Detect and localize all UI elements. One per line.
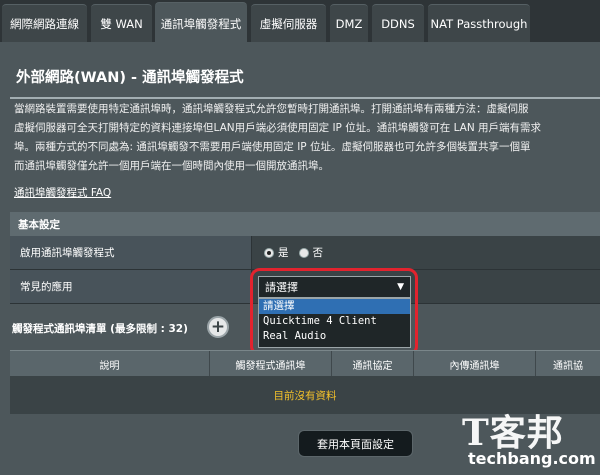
tab-ddns[interactable]: DDNS [372, 4, 424, 42]
watermark-site: techbang.com [468, 449, 596, 468]
basic-settings-header: 基本設定 [10, 212, 600, 236]
apply-button[interactable]: 套用本頁面設定 [298, 430, 413, 457]
tab-port-trigger[interactable]: 通訊埠觸發程式 [155, 2, 247, 44]
column-description: 說明 [10, 351, 210, 377]
description-line: 虛擬伺服器可全天打開特定的資料連接埠但LAN用戶端必須使用固定 IP 位址。通訊… [14, 122, 542, 134]
column-trigger-port: 觸發程式通訊埠 [210, 351, 332, 377]
red-highlight-annotation [250, 268, 418, 356]
tab-internet-connection[interactable]: 網際網路連線 [2, 4, 87, 42]
trigger-list-title: 觸發程式通訊埠清單 (最多限制 : 32) [12, 323, 188, 335]
title-divider [10, 97, 600, 99]
page-description: 當網路裝置需要使用特定通訊埠時，通訊埠觸發程式允許您暫時打開通訊埠。打開通訊埠有… [14, 100, 600, 176]
tab-bar: 網際網路連線 雙 WAN 通訊埠觸發程式 虛擬伺服器 DMZ DDNS NAT … [0, 0, 600, 44]
column-protocol-2: 通訊協 [553, 360, 583, 372]
common-app-label: 常見的應用 [10, 270, 252, 303]
faq-link[interactable]: 通訊埠觸發程式 FAQ [14, 185, 111, 200]
tab-dmz[interactable]: DMZ [330, 4, 368, 42]
radio-no-label: 否 [312, 247, 324, 259]
column-protocol: 通訊協定 [332, 351, 414, 377]
description-line: 埠。兩種方式的不同處為: 通訊埠觸發不需要用戶端使用固定 IP 位址。虛擬伺服器… [14, 141, 531, 153]
add-rule-button[interactable]: + [207, 316, 229, 338]
radio-yes-label: 是 [278, 247, 289, 259]
enable-port-trigger-label: 啟用通訊埠觸發程式 [10, 236, 252, 269]
trigger-table-header: 說明 觸發程式通訊埠 通訊協定 內傳通訊埠 通訊協 [10, 350, 600, 377]
page-title: 外部網路(WAN) - 通訊埠觸發程式 [16, 70, 244, 86]
description-line: 當網路裝置需要使用特定通訊埠時，通訊埠觸發程式允許您暫時打開通訊埠。打開通訊埠有… [14, 103, 529, 115]
radio-no[interactable] [298, 247, 309, 258]
tab-nat-passthrough[interactable]: NAT Passthrough [428, 4, 530, 42]
description-line: 而通訊埠觸發僅允許一個用戶端在一個時間內使用一個開放通訊埠。 [14, 160, 329, 172]
radio-yes[interactable] [264, 247, 274, 258]
tab-dual-wan[interactable]: 雙 WAN [91, 4, 152, 42]
enable-radio-group: 是 否 [264, 236, 323, 269]
plus-circle-icon: + [210, 316, 226, 337]
enable-port-trigger-row: 啟用通訊埠觸發程式 是 否 [10, 236, 600, 270]
column-incoming-port: 內傳通訊埠 [414, 351, 536, 377]
tab-virtual-server[interactable]: 虛擬伺服器 [251, 4, 326, 42]
